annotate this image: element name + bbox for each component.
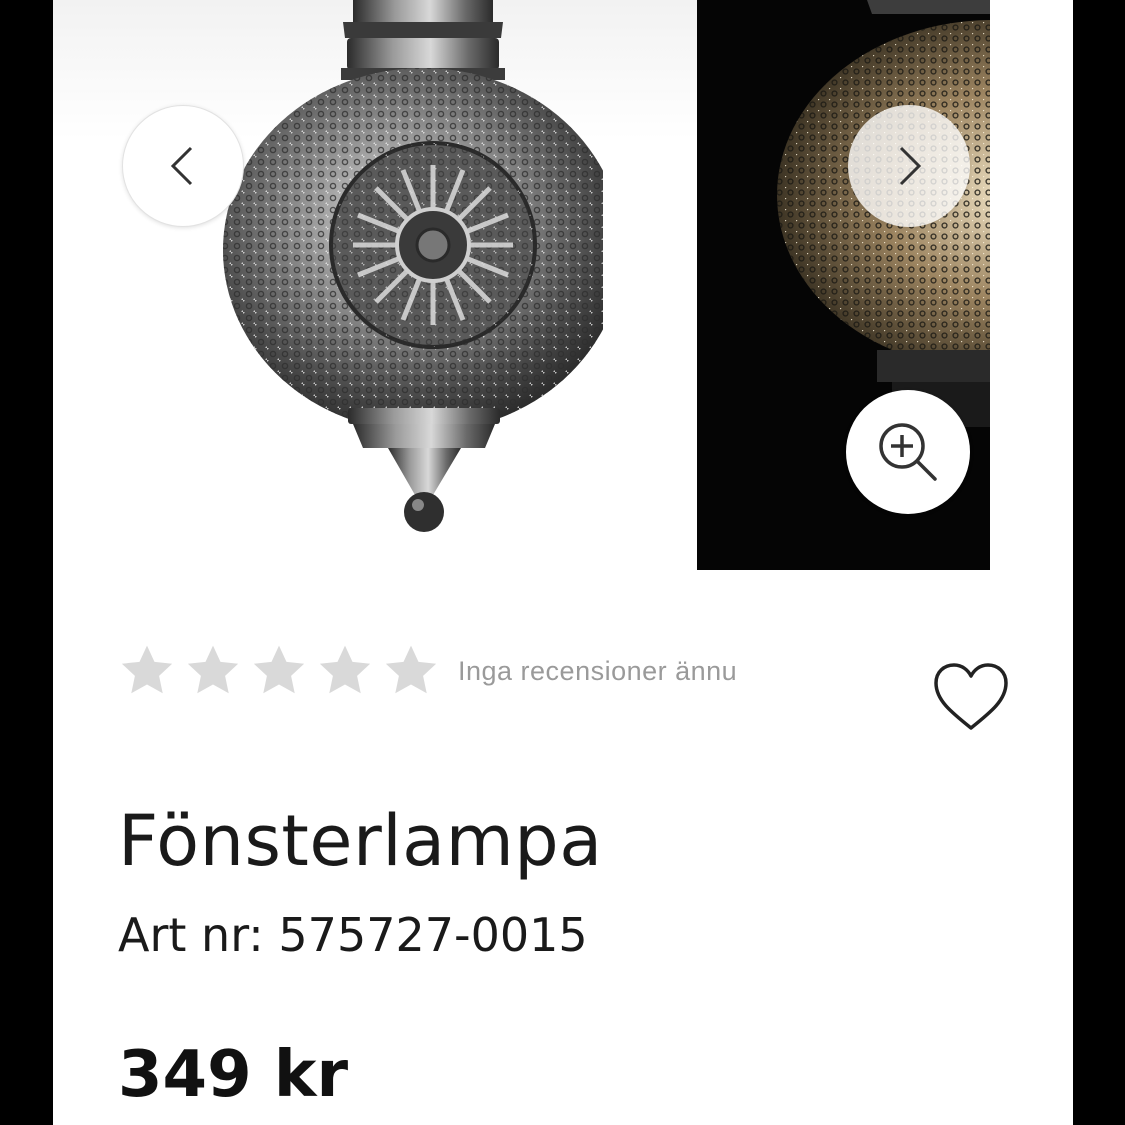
star-icon bbox=[121, 645, 173, 694]
product-page: Inga recensioner ännu Fönsterlampa Art n… bbox=[53, 0, 1073, 1125]
product-price: 349 kr bbox=[118, 1038, 348, 1112]
next-image-button[interactable] bbox=[848, 105, 970, 227]
star-icon bbox=[385, 645, 437, 694]
image-gallery[interactable] bbox=[53, 0, 1073, 580]
product-image-main[interactable] bbox=[183, 0, 603, 540]
article-number: Art nr: 575727-0015 bbox=[118, 908, 588, 962]
rating[interactable]: Inga recensioner ännu bbox=[118, 640, 737, 702]
heart-icon[interactable] bbox=[931, 660, 1011, 734]
star-icon bbox=[187, 645, 239, 694]
rating-text[interactable]: Inga recensioner ännu bbox=[458, 656, 737, 687]
zoom-in-icon bbox=[879, 423, 937, 481]
chevron-left-icon bbox=[170, 146, 193, 186]
zoom-button[interactable] bbox=[846, 390, 970, 514]
previous-image-button[interactable] bbox=[122, 105, 244, 227]
star-icon bbox=[253, 645, 305, 694]
product-title: Fönsterlampa bbox=[118, 800, 603, 882]
star-icon bbox=[319, 645, 371, 694]
chevron-right-icon bbox=[899, 146, 922, 186]
